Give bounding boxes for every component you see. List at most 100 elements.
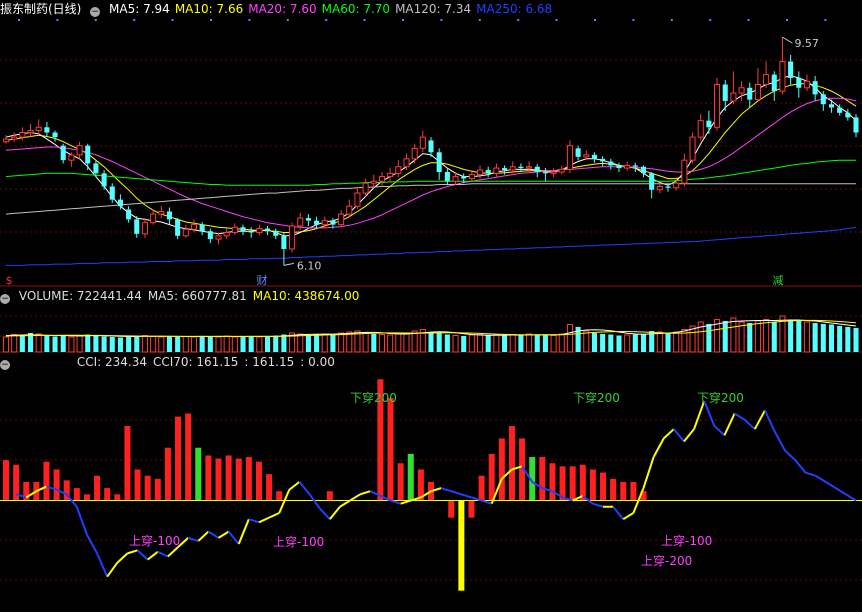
- cci-line-segment: [268, 512, 280, 519]
- cci-line-segment: [288, 481, 301, 491]
- volume-bar: [828, 324, 835, 352]
- volume-bar: [378, 334, 385, 353]
- candle-body: [207, 231, 213, 240]
- volume-bar: [444, 334, 450, 352]
- cci-bar: [104, 488, 111, 501]
- candle-body: [738, 87, 745, 94]
- top-dot: [824, 19, 827, 21]
- candle-body: [215, 235, 222, 240]
- candle: [763, 61, 770, 88]
- volume-bar: [485, 335, 491, 352]
- candle: [730, 71, 737, 105]
- candle-body: [681, 159, 688, 184]
- volume-bar: [763, 319, 770, 353]
- cci-bar: [407, 453, 414, 501]
- ma-line-ma10: [5, 83, 857, 233]
- volume-bar: [608, 334, 614, 352]
- candle-body: [175, 219, 181, 236]
- candle-body: [803, 80, 810, 89]
- volume-bar: [231, 336, 238, 353]
- volume-bar: [428, 332, 434, 352]
- volume-bar: [281, 334, 287, 352]
- candle-body: [779, 60, 786, 92]
- candle-body: [502, 168, 508, 171]
- candle: [738, 81, 745, 101]
- candle-body: [11, 136, 18, 140]
- candle: [27, 123, 34, 138]
- candle-body: [509, 166, 516, 171]
- cci-bar: [610, 478, 617, 501]
- candle-body: [550, 171, 557, 174]
- candle-body: [158, 210, 165, 215]
- cci-bar: [488, 453, 495, 501]
- volume-bar: [117, 337, 123, 352]
- candle-body: [689, 136, 696, 161]
- candle: [624, 161, 631, 171]
- volume-bar: [346, 331, 353, 353]
- candle: [305, 214, 311, 226]
- volume-bar: [265, 336, 271, 352]
- top-dot: [325, 19, 328, 21]
- cci-line-segment: [461, 493, 472, 499]
- candle-body: [649, 173, 655, 190]
- volume-bar: [248, 336, 254, 352]
- volume-bar: [182, 336, 189, 353]
- event-marker: 财: [257, 273, 268, 287]
- cci-bar: [387, 397, 394, 501]
- volume-bar: [558, 333, 565, 353]
- candle-body: [697, 120, 704, 138]
- candle: [231, 223, 238, 236]
- cci-bar: [448, 500, 455, 518]
- candle-body: [812, 81, 818, 95]
- candle-body: [608, 161, 614, 166]
- cci-line-segment: [652, 437, 665, 458]
- volume-bar: [297, 333, 304, 353]
- cci-line-segment: [683, 428, 695, 443]
- cci-line-segment: [86, 534, 98, 554]
- candle: [803, 74, 810, 92]
- candle-body: [362, 182, 369, 194]
- volume-bar: [534, 334, 540, 352]
- cci-annotation: 下穿200: [697, 390, 744, 405]
- cci-line-segment: [248, 518, 260, 524]
- candle-body: [281, 235, 287, 249]
- volume-bar: [518, 335, 524, 352]
- cci-line-segment: [723, 413, 736, 436]
- candle-body: [68, 154, 75, 161]
- cci-bar: [508, 425, 515, 501]
- cci-line-segment: [298, 481, 311, 495]
- cci-line-segment: [845, 493, 857, 502]
- candle: [542, 168, 548, 182]
- candle-body: [796, 77, 802, 88]
- candle: [771, 71, 777, 101]
- cci-bar: [266, 474, 273, 501]
- volume-bar: [591, 333, 597, 352]
- candle-body: [534, 166, 540, 172]
- candle: [558, 165, 565, 175]
- candle-body: [518, 166, 524, 169]
- candle-body: [231, 226, 238, 234]
- cci-line-segment: [227, 530, 240, 545]
- stock-chart[interactable]: 9.57 6.10 $ 财 减 下穿200 下穿200 下穿200 上穿-100 上穿-100 上…: [0, 0, 862, 612]
- candle-body: [403, 158, 410, 168]
- cci-line-segment: [237, 518, 250, 545]
- candle-body: [477, 169, 484, 176]
- volume-bar: [166, 336, 172, 352]
- cci-line-segment: [308, 493, 321, 509]
- candle: [493, 163, 500, 177]
- candle-body: [411, 147, 418, 160]
- volume-bar: [85, 334, 91, 352]
- cci-line-segment: [794, 459, 807, 474]
- candle: [649, 172, 655, 199]
- cci-annotation: 上穿-200: [641, 553, 692, 568]
- candle-body: [624, 164, 631, 169]
- candle: [600, 156, 606, 167]
- candle-body: [240, 227, 246, 232]
- candle-body: [788, 61, 794, 78]
- candle-body: [44, 127, 50, 133]
- candle: [812, 75, 818, 101]
- volume-bar: [215, 336, 222, 353]
- cci-bar: [498, 438, 505, 501]
- candle: [591, 152, 597, 163]
- top-dot: [670, 19, 673, 21]
